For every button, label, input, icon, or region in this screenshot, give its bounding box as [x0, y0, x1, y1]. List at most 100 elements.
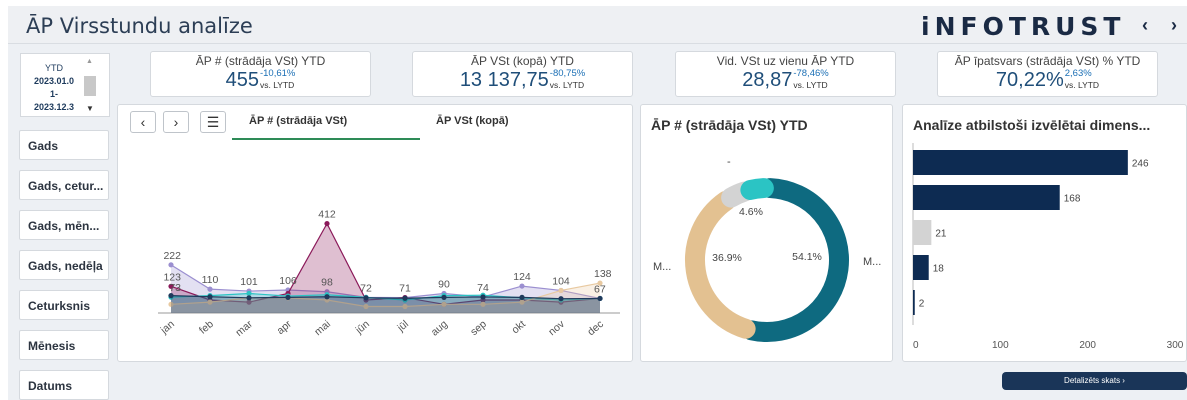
series-point[interactable] — [402, 295, 408, 301]
series-point[interactable] — [168, 262, 174, 268]
bar-value-label: 2 — [919, 299, 925, 310]
bar-value-label: 21 — [935, 229, 947, 240]
series-point[interactable] — [246, 295, 252, 301]
x-tick-label: 300 — [1167, 340, 1184, 351]
period-end: 2023.12.3 — [33, 102, 75, 112]
page-title: ĀP Virsstundu analīze — [26, 14, 253, 38]
kpi-vs-label: vs. LYTD — [1064, 80, 1100, 90]
kpi-title: ĀP # (strādāja VSt) YTD — [195, 54, 326, 68]
data-label: 73 — [169, 282, 181, 294]
data-label: 90 — [438, 278, 450, 290]
slice-category-label: - — [727, 156, 731, 168]
data-label: 222 — [163, 250, 181, 262]
bar[interactable] — [913, 185, 1060, 210]
scroll-thumb[interactable] — [84, 76, 96, 96]
kpi-vs-label: vs. LYTD — [549, 80, 585, 90]
donut-chart-panel: ĀP # (strādāja VSt) YTD 54.1% M... 36.9% M.… — [640, 104, 893, 362]
kpi-card-employees-ytd[interactable]: ĀP # (strādāja VSt) YTD 455 -10,61% vs. LY… — [150, 51, 371, 97]
data-label: 74 — [477, 282, 489, 294]
filter-menesis[interactable]: Mēnesis — [19, 330, 109, 360]
filter-gads-ceturksnis[interactable]: Gads, cetur... — [19, 170, 109, 200]
x-tick-label: mar — [233, 318, 255, 339]
kpi-change: 2,63% — [1064, 68, 1092, 79]
series-point[interactable] — [519, 294, 525, 300]
data-label: 104 — [552, 275, 570, 287]
bar[interactable] — [913, 290, 915, 315]
data-label: 138 — [594, 268, 612, 280]
scroll-up-icon[interactable]: ▲ — [86, 58, 93, 65]
x-tick-label: apr — [275, 318, 295, 337]
data-label: 124 — [513, 271, 531, 283]
series-point[interactable] — [519, 283, 525, 289]
series-point[interactable] — [558, 287, 564, 294]
period-scrollbar[interactable]: ▲ ▼ — [84, 58, 96, 114]
period-label: YTD — [45, 63, 63, 73]
series-point[interactable] — [207, 286, 213, 292]
series-point[interactable] — [441, 294, 447, 300]
series-point[interactable] — [558, 296, 564, 302]
kpi-vs-label: vs. LYTD — [793, 80, 828, 90]
x-tick-label: nov — [546, 318, 567, 339]
data-label: 67 — [594, 283, 606, 295]
bar[interactable] — [913, 255, 929, 280]
previous-sheet-button[interactable]: ‹ — [1135, 14, 1155, 36]
x-tick-label: jūn — [353, 318, 372, 337]
slice-category-label: M... — [653, 261, 671, 273]
kpi-card-share-ytd[interactable]: ĀP īpatsvars (strādāja VSt) % YTD 70,22%… — [937, 51, 1158, 97]
slice-percent-label: 36.9% — [712, 252, 742, 264]
x-tick-label: dec — [585, 318, 606, 338]
x-tick-label: sep — [468, 318, 489, 338]
kpi-change: -10,61% — [259, 68, 296, 79]
kpi-card-overtime-hours-ytd[interactable]: ĀP VSt (kopā) YTD 13 137,75 -80,75% vs. LY… — [412, 51, 633, 97]
period-selector[interactable]: YTD 2023.01.0 1- 2023.12.3 ▲ ▼ — [20, 53, 110, 117]
kpi-value: 455 — [225, 69, 259, 91]
x-tick-label: 0 — [913, 340, 919, 351]
filter-gads-nedela[interactable]: Gads, nedēļa — [19, 250, 109, 280]
top-bar: ĀP Virsstundu analīze iNFOTRUST ‹ › — [8, 6, 1187, 44]
data-label: 71 — [399, 283, 411, 295]
kpi-card-avg-hours-ytd[interactable]: Vid. VSt uz vienu ĀP YTD 28,87 -78,46% vs.… — [675, 51, 896, 97]
series-point[interactable] — [363, 295, 369, 301]
series-point[interactable] — [324, 294, 330, 300]
donut-slice[interactable] — [740, 178, 774, 200]
kpi-title: Vid. VSt uz vienu ĀP YTD — [716, 54, 855, 68]
donut-chart: 54.1% M... 36.9% M... 4.6% - — [653, 156, 881, 342]
x-tick-label: 100 — [992, 340, 1009, 351]
data-label: 98 — [321, 277, 333, 289]
slice-percent-label: 54.1% — [792, 251, 822, 263]
x-tick-label: feb — [197, 318, 216, 337]
bar[interactable] — [913, 220, 932, 245]
kpi-title: ĀP īpatsvars (strādāja VSt) % YTD — [954, 54, 1141, 68]
series-point[interactable] — [324, 220, 330, 227]
slice-category-label: M... — [863, 256, 881, 268]
data-label: 110 — [202, 274, 219, 286]
brand-logo: iNFOTRUST — [921, 12, 1126, 41]
donut-slice[interactable] — [685, 190, 756, 339]
series-point[interactable] — [480, 294, 486, 300]
scroll-down-icon[interactable]: ▼ — [86, 104, 94, 113]
filter-ceturksnis[interactable]: Ceturksnis — [19, 290, 109, 320]
bar-chart-panel: Analīze atbilstoši izvēlētai dimens... 2… — [902, 104, 1187, 362]
next-sheet-button[interactable]: › — [1164, 14, 1184, 36]
x-tick-label: jan — [158, 318, 177, 337]
filter-gads[interactable]: Gads — [19, 130, 109, 160]
kpi-value: 13 137,75 — [459, 69, 549, 91]
series-point[interactable] — [207, 294, 213, 300]
series-point[interactable] — [597, 295, 603, 302]
kpi-value: 70,22% — [995, 69, 1064, 91]
bar-value-label: 18 — [933, 264, 945, 275]
line-chart-panel: ‹ › ☰ ĀP # (strādāja VSt) ĀP VSt (kopā) … — [117, 104, 633, 362]
bar-value-label: 168 — [1064, 194, 1081, 205]
kpi-change: -78,46% — [793, 68, 829, 79]
data-label: 72 — [360, 282, 372, 294]
kpi-change: -80,75% — [549, 68, 586, 79]
filter-gads-menesis[interactable]: Gads, mēn... — [19, 210, 109, 240]
filter-datums[interactable]: Datums — [19, 370, 109, 400]
x-tick-label: jūl — [394, 318, 411, 335]
bar[interactable] — [913, 150, 1128, 175]
kpi-value: 28,87 — [742, 69, 793, 91]
series-point[interactable] — [285, 294, 291, 300]
detailed-view-button[interactable]: Detalizēts skats › — [1002, 372, 1187, 390]
kpi-vs-label: vs. LYTD — [259, 80, 295, 90]
kpi-title: ĀP VSt (kopā) YTD — [471, 54, 574, 68]
